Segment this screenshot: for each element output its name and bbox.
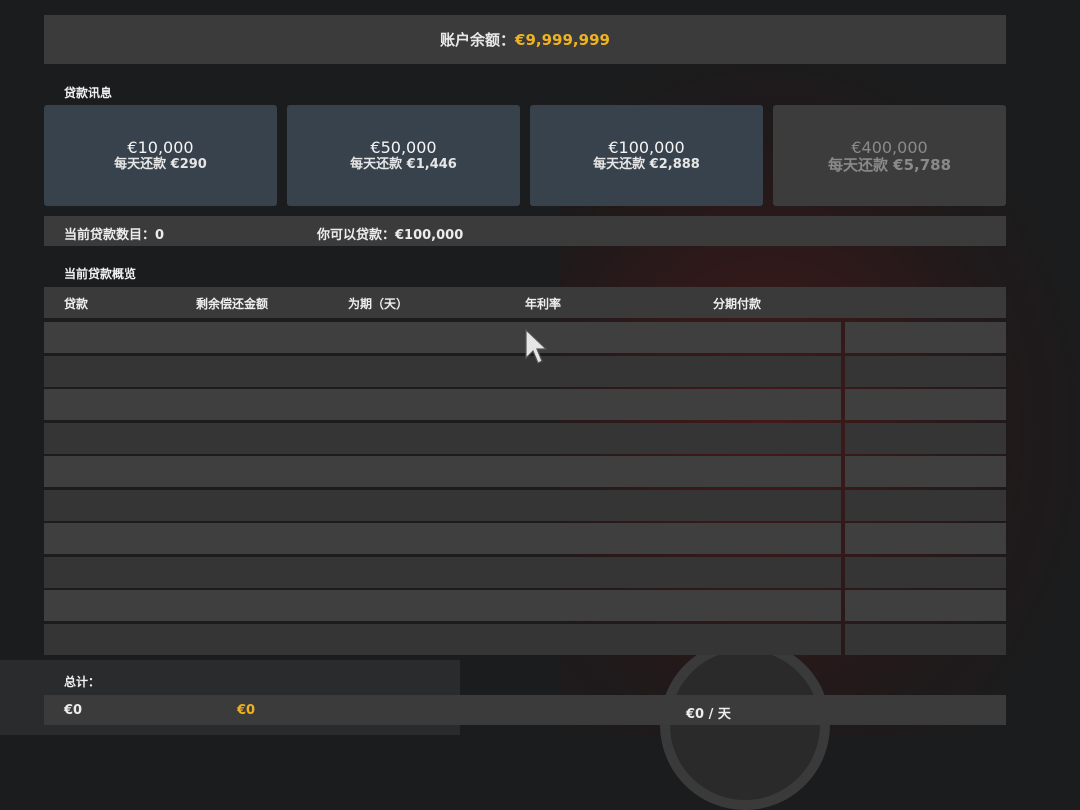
offer-amount: €400,000 (851, 138, 928, 157)
loan-status-bar: 当前贷款数目：0 你可以贷款：€100,000 (44, 216, 1006, 246)
current-loan-count: 当前贷款数目：0 (64, 228, 165, 243)
table-row (44, 489, 1006, 521)
table-row-action (845, 590, 1006, 621)
column-header-installment: 分期付款 (713, 297, 762, 311)
totals-bar: €0 €0 €0 / 天 (44, 695, 1006, 725)
loan-offer-50000[interactable]: €50,000 每天还款 €1,446 (287, 105, 520, 206)
table-row-action (845, 556, 1006, 588)
table-row (44, 623, 1006, 655)
total-installment: €0 / 天 (686, 707, 731, 722)
overview-title: 当前贷款概览 (64, 267, 137, 281)
loan-offer-100000[interactable]: €100,000 每天还款 €2,888 (530, 105, 763, 206)
table-row-main (44, 456, 841, 487)
total-remaining: €0 (237, 703, 256, 718)
table-row-main (44, 389, 841, 420)
column-header-remaining: 剩余偿还金额 (196, 297, 269, 311)
table-row (44, 590, 1006, 621)
table-row-action (845, 456, 1006, 487)
table-row-main (44, 556, 841, 588)
table-row-action (845, 523, 1006, 554)
loan-offer-10000[interactable]: €10,000 每天还款 €290 (44, 105, 277, 206)
offer-amount: €10,000 (127, 138, 194, 157)
table-row-action (845, 389, 1006, 420)
table-row-action (845, 623, 1006, 655)
balance-label: 账户余额： (440, 31, 516, 49)
table-row (44, 422, 1006, 454)
table-row-main (44, 355, 841, 387)
table-row-main (44, 422, 841, 454)
table-row-action (845, 355, 1006, 387)
table-row (44, 389, 1006, 420)
column-header-interest: 年利率 (525, 297, 562, 311)
table-row-action (845, 322, 1006, 353)
total-loan: €0 (64, 703, 83, 718)
mouse-pointer-icon (525, 328, 548, 364)
table-row-action (845, 489, 1006, 521)
offer-amount: €50,000 (370, 138, 437, 157)
table-row-main (44, 623, 841, 655)
offer-daily-payment: 每天还款 €290 (114, 157, 207, 172)
loan-offer-400000: €400,000 每天还款 €5,788 (773, 105, 1006, 206)
offer-daily-payment: 每天还款 €1,446 (350, 157, 457, 172)
offer-amount: €100,000 (608, 138, 685, 157)
offer-daily-payment: 每天还款 €5,788 (827, 156, 952, 174)
table-row-action (845, 422, 1006, 454)
table-row (44, 523, 1006, 554)
table-row-main (44, 322, 841, 353)
totals-title: 总计： (64, 675, 101, 689)
table-row (44, 556, 1006, 588)
table-row (44, 456, 1006, 487)
table-row-main (44, 523, 841, 554)
loan-table-body (44, 322, 1006, 655)
table-row-main (44, 590, 841, 621)
balance-value: €9,999,999 (515, 30, 610, 49)
loan-offers: €10,000 每天还款 €290 €50,000 每天还款 €1,446 €1… (44, 105, 1006, 206)
balance-bar: 账户余额： €9,999,999 (44, 15, 1006, 64)
column-header-loan: 贷款 (64, 297, 89, 311)
column-header-term: 为期（天） (348, 297, 409, 311)
table-row-main (44, 489, 841, 521)
loan-info-title: 贷款讯息 (64, 86, 113, 100)
borrow-limit: 你可以贷款：€100,000 (317, 228, 464, 243)
loan-table-header: 贷款 剩余偿还金额 为期（天） 年利率 分期付款 (44, 287, 1006, 318)
offer-daily-payment: 每天还款 €2,888 (593, 157, 700, 172)
